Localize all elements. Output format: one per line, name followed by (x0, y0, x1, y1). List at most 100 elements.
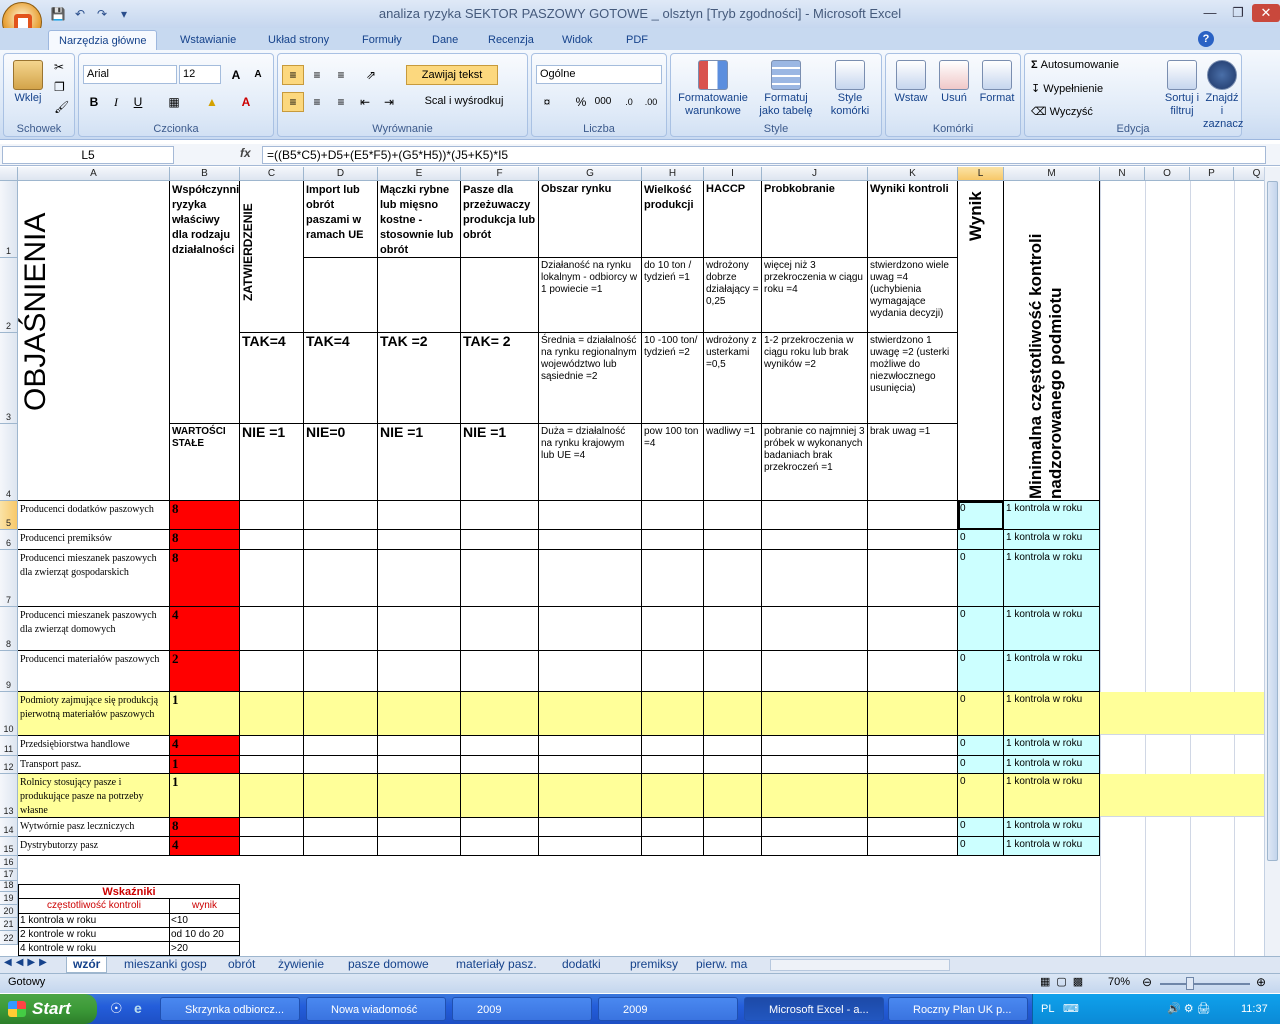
cell-f2[interactable] (461, 258, 539, 333)
cell-e2[interactable] (378, 258, 461, 333)
data-cell[interactable] (642, 774, 704, 818)
taskbar-item[interactable]: 2009 (598, 997, 738, 1021)
data-cell[interactable] (868, 774, 958, 818)
column-header-n[interactable]: N (1100, 167, 1145, 181)
cell-f3[interactable]: TAK= 2 (461, 333, 539, 424)
cell-c4[interactable]: NIE =1 (240, 424, 304, 501)
sheet-tab[interactable]: wzór (66, 957, 108, 973)
legend-col2[interactable]: wynik (170, 899, 240, 914)
cell-c1[interactable]: ZATWIERDZENIE (240, 181, 304, 333)
data-cell[interactable] (461, 550, 539, 607)
data-cell[interactable] (304, 501, 378, 530)
wrap-text-button[interactable]: Zawijaj tekst (406, 65, 498, 85)
row-label[interactable]: Podmioty zajmujące się produkcją pierwot… (18, 692, 170, 736)
data-cell[interactable] (240, 756, 304, 774)
cell-h1[interactable]: Wielkość produkcji (642, 181, 704, 258)
data-cell[interactable] (868, 530, 958, 550)
row-label[interactable]: Producenci materiałów paszowych (18, 651, 170, 692)
data-cell[interactable] (539, 818, 642, 837)
data-cell[interactable] (240, 818, 304, 837)
delete-cells-button[interactable]: Usuń (934, 60, 974, 105)
frequency-cell[interactable]: 1 kontrola w roku (1004, 837, 1100, 856)
data-cell[interactable] (539, 774, 642, 818)
data-cell[interactable] (868, 651, 958, 692)
clear-button[interactable]: ⌫ Wyczyść (1031, 106, 1093, 119)
wynik-cell[interactable]: 0 (958, 530, 1004, 550)
risk-factor-cell[interactable]: 4 (170, 837, 240, 856)
data-cell[interactable] (539, 651, 642, 692)
row-header-18[interactable]: 18 (0, 880, 18, 892)
bold-button[interactable]: B (83, 92, 105, 112)
data-cell[interactable] (704, 736, 762, 756)
data-cell[interactable] (378, 607, 461, 651)
data-cell[interactable] (461, 501, 539, 530)
frequency-cell[interactable]: 1 kontrola w roku (1004, 736, 1100, 756)
data-cell[interactable] (539, 501, 642, 530)
column-header-l[interactable]: L (958, 167, 1004, 181)
zoom-level[interactable]: 70% (1108, 976, 1130, 988)
cell-h2[interactable]: do 10 ton / tydzień =1 (642, 258, 704, 333)
grow-font-icon[interactable]: A (225, 65, 247, 85)
data-cell[interactable] (461, 530, 539, 550)
data-cell[interactable] (240, 501, 304, 530)
row-label[interactable]: Dystrybutorzy pasz (18, 837, 170, 856)
data-cell[interactable] (868, 692, 958, 736)
data-cell[interactable] (304, 837, 378, 856)
legend-row[interactable]: 2 kontrole w roku (18, 928, 170, 942)
cell-i3[interactable]: wdrożony z usterkami =0,5 (704, 333, 762, 424)
row-header-22[interactable]: 22 (0, 931, 18, 945)
cell-i1[interactable]: HACCP (704, 181, 762, 258)
risk-factor-cell[interactable]: 8 (170, 818, 240, 837)
cell-k2[interactable]: stwierdzono wiele uwag =4 (uchybienia wy… (868, 258, 958, 333)
cell-e1[interactable]: Mączki rybne lub mięsno kostne - stosown… (378, 181, 461, 258)
font-color-icon[interactable]: A (235, 92, 257, 112)
data-cell[interactable] (304, 736, 378, 756)
cell-k4[interactable]: brak uwag =1 (868, 424, 958, 501)
row-header-2[interactable]: 2 (0, 258, 18, 333)
cell-f1[interactable]: Pasze dla przeżuwaczy produkcja lub obró… (461, 181, 539, 258)
data-cell[interactable] (868, 756, 958, 774)
wynik-cell[interactable]: 0 (958, 756, 1004, 774)
column-header-e[interactable]: E (378, 167, 461, 181)
help-icon[interactable]: ? (1198, 31, 1214, 47)
row-label[interactable]: Wytwórnie pasz leczniczych (18, 818, 170, 837)
data-cell[interactable] (304, 550, 378, 607)
column-header-d[interactable]: D (304, 167, 378, 181)
data-cell[interactable] (240, 837, 304, 856)
frequency-cell[interactable]: 1 kontrola w roku (1004, 692, 1100, 736)
frequency-cell[interactable]: 1 kontrola w roku (1004, 651, 1100, 692)
column-header-m[interactable]: M (1004, 167, 1100, 181)
taskbar-item[interactable]: Skrzynka odbiorcz... (160, 997, 300, 1021)
column-header-c[interactable]: C (240, 167, 304, 181)
close-icon[interactable]: ✕ (1252, 4, 1280, 22)
data-cell[interactable] (704, 837, 762, 856)
row-header-20[interactable]: 20 (0, 905, 18, 918)
data-cell[interactable] (304, 692, 378, 736)
column-header-o[interactable]: O (1145, 167, 1190, 181)
align-top-icon[interactable]: ≡ (282, 65, 304, 85)
wynik-cell[interactable]: 0 (958, 550, 1004, 607)
formula-input[interactable]: =((B5*C5)+D5+(E5*F5)+(G5*H5))*(J5+K5)*I5 (262, 146, 1266, 164)
frequency-cell[interactable]: 1 kontrola w roku (1004, 501, 1100, 530)
cell-d4[interactable]: NIE=0 (304, 424, 378, 501)
thousands-button[interactable]: 000 (592, 92, 614, 112)
frequency-cell[interactable]: 1 kontrola w roku (1004, 550, 1100, 607)
legend-title[interactable]: Wskaźniki (18, 884, 240, 899)
data-cell[interactable] (461, 837, 539, 856)
row-label[interactable]: Producenci premiksów (18, 530, 170, 550)
risk-factor-cell[interactable]: 8 (170, 530, 240, 550)
cell-j1[interactable]: Probkobranie (762, 181, 868, 258)
autosum-button[interactable]: Σ Autosumowanie (1031, 59, 1119, 72)
font-size-combo[interactable]: 12 (179, 65, 221, 84)
column-header-a[interactable]: A (18, 167, 170, 181)
column-header-f[interactable]: F (461, 167, 539, 181)
underline-button[interactable]: U (127, 92, 149, 112)
sheet-tab[interactable]: dodatki (556, 957, 607, 973)
row-header-13[interactable]: 13 (0, 774, 18, 818)
cell-e4[interactable]: NIE =1 (378, 424, 461, 501)
tab-pdf[interactable]: PDF (616, 30, 658, 50)
data-cell[interactable] (704, 530, 762, 550)
tab-review[interactable]: Recenzja (478, 30, 544, 50)
risk-factor-cell[interactable]: 1 (170, 774, 240, 818)
wynik-cell[interactable]: 0 (958, 607, 1004, 651)
